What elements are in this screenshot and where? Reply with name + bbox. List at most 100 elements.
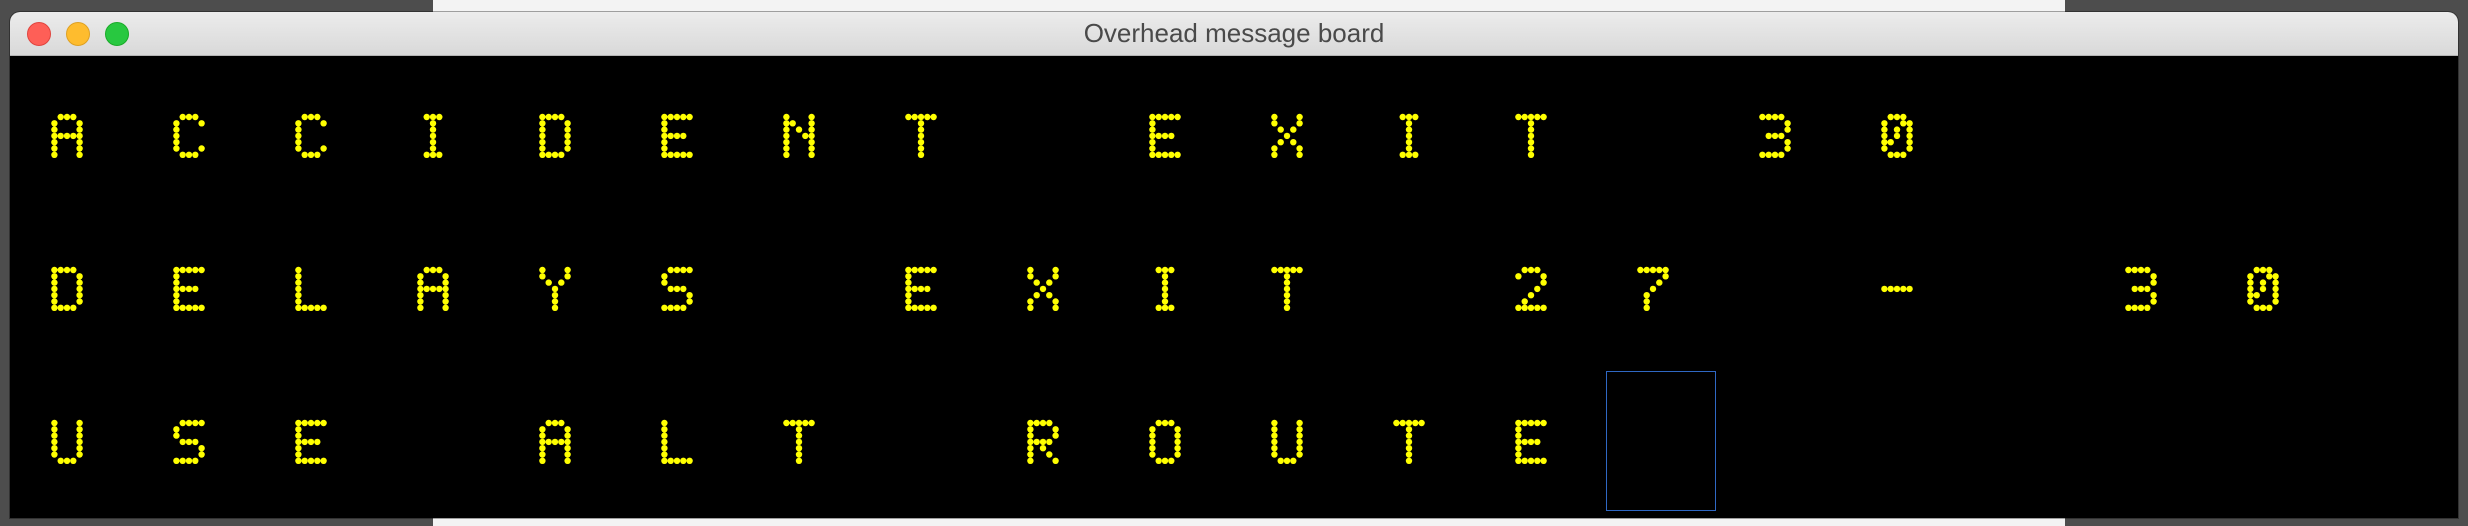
led-dot — [1759, 113, 1766, 121]
led-dot — [1527, 438, 1535, 446]
led-dot — [1046, 419, 1053, 427]
led-dot — [63, 266, 71, 274]
led-dot — [1412, 419, 1419, 427]
led-dot — [911, 113, 918, 121]
led-dot — [314, 304, 321, 311]
led-dot — [905, 113, 912, 121]
led-dot — [917, 151, 925, 158]
led-dot — [1765, 151, 1772, 158]
led-dot-matrix — [51, 113, 2279, 464]
led-dot — [1149, 426, 1156, 433]
led-dot — [1161, 298, 1169, 305]
led-dot — [1540, 279, 1547, 286]
led-dot — [314, 419, 321, 427]
led-message-board[interactable] — [10, 56, 2458, 518]
led-dot — [76, 145, 83, 152]
led-dot — [320, 304, 327, 311]
led-dot — [924, 266, 931, 274]
led-dot — [1521, 113, 1528, 121]
led-character — [539, 419, 571, 464]
led-dot — [661, 419, 668, 427]
led-dot — [185, 304, 193, 311]
led-dot — [2259, 279, 2267, 286]
led-dot — [661, 132, 668, 140]
led-dot — [673, 285, 681, 293]
led-dot — [539, 426, 546, 433]
led-character — [783, 113, 815, 158]
led-dot — [1271, 432, 1278, 439]
led-dot — [1521, 457, 1528, 464]
led-dot — [558, 113, 565, 121]
led-dot — [1155, 113, 1162, 121]
led-dot — [539, 457, 546, 464]
led-dot — [1778, 132, 1785, 140]
led-dot — [192, 113, 199, 121]
led-dot — [76, 426, 83, 433]
led-dot — [173, 139, 180, 146]
led-dot — [1649, 285, 1657, 293]
led-dot — [783, 419, 790, 427]
led-dot — [320, 120, 327, 127]
led-character — [1271, 113, 1303, 158]
title-bar[interactable]: Overhead message board — [10, 12, 2458, 56]
led-dot — [1515, 457, 1522, 464]
led-dot — [2272, 279, 2279, 286]
led-dot — [173, 292, 180, 299]
led-character — [1881, 285, 1913, 293]
led-dot — [1149, 139, 1156, 146]
led-dot — [661, 126, 668, 133]
led-dot — [545, 438, 552, 446]
led-dot — [173, 279, 180, 286]
message-board-window: Overhead message board — [10, 12, 2458, 518]
led-dot — [564, 445, 571, 452]
led-dot — [2253, 266, 2260, 274]
led-dot — [795, 438, 803, 446]
text-cursor-cell[interactable] — [1606, 371, 1716, 511]
led-dot — [314, 438, 321, 446]
led-character — [539, 266, 571, 311]
led-dot — [198, 120, 205, 127]
led-dot — [295, 445, 302, 452]
led-dot — [802, 132, 809, 140]
led-dot — [551, 419, 559, 427]
led-dot — [70, 113, 77, 121]
led-dot — [808, 145, 815, 152]
led-dot — [1405, 451, 1413, 458]
led-dot — [802, 419, 809, 427]
led-dot — [2150, 273, 2157, 280]
led-dot — [917, 132, 925, 140]
led-dot — [917, 139, 925, 146]
led-dot — [1296, 419, 1303, 427]
led-dot — [63, 113, 71, 121]
led-dot — [1174, 426, 1181, 433]
led-dot — [1521, 298, 1528, 305]
led-dot — [1296, 120, 1303, 127]
led-dot — [686, 151, 693, 158]
led-character — [51, 266, 83, 311]
led-dot — [905, 298, 912, 305]
led-character — [173, 266, 205, 311]
led-dot — [295, 285, 302, 293]
led-dot — [2131, 304, 2138, 311]
led-dot — [2144, 266, 2151, 274]
led-dot — [57, 266, 64, 274]
led-dot — [795, 451, 803, 458]
led-dot — [429, 120, 437, 127]
led-dot — [783, 126, 790, 133]
led-dot — [417, 279, 424, 286]
led-dot — [307, 113, 315, 121]
led-dot — [1643, 304, 1650, 311]
led-dot — [1271, 451, 1278, 458]
led-dot — [1527, 304, 1535, 311]
led-dot — [429, 266, 437, 274]
led-dot — [545, 113, 552, 121]
led-dot — [1527, 266, 1535, 274]
led-dot — [1515, 113, 1522, 121]
led-dot — [173, 145, 180, 152]
led-character — [905, 113, 937, 158]
led-dot — [295, 298, 302, 305]
led-dot — [1893, 126, 1901, 133]
led-dot — [795, 126, 803, 133]
led-dot — [1399, 419, 1406, 427]
led-dot — [70, 304, 77, 311]
